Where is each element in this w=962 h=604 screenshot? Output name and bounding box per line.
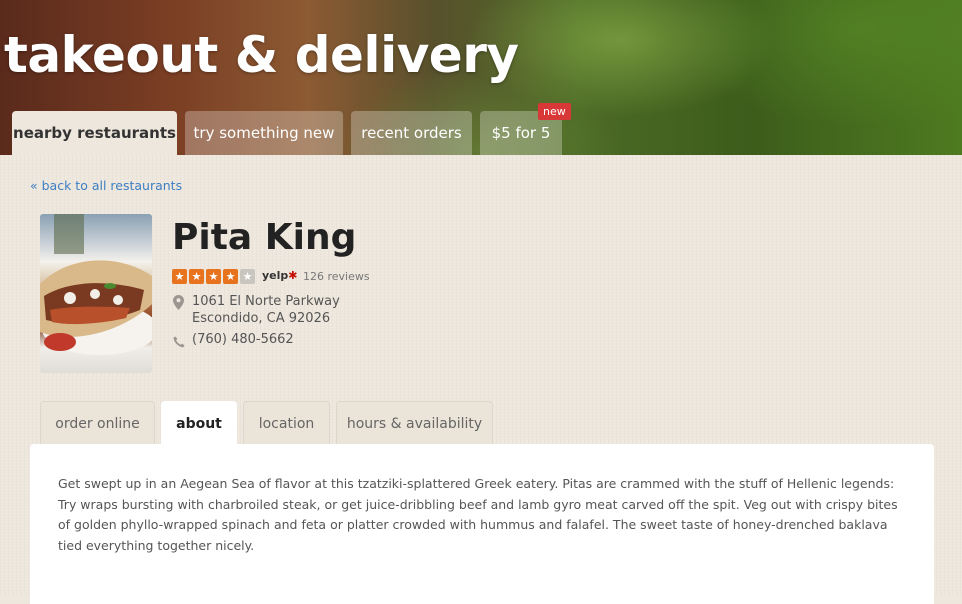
yelp-logo-text: yelp: [262, 269, 289, 282]
restaurant-content: « back to all restaurants Pita King ★ ★ …: [0, 155, 962, 604]
yelp-burst-icon: ✱: [288, 269, 298, 282]
star-icon: ★: [206, 269, 221, 284]
tab-try-something-new[interactable]: try something new: [185, 111, 343, 155]
tab-location[interactable]: location: [243, 401, 330, 445]
about-panel: Get swept up in an Aegean Sea of flavor …: [30, 444, 934, 604]
restaurant-name: Pita King: [172, 217, 357, 258]
tab-about[interactable]: about: [161, 401, 237, 447]
phone-number[interactable]: (760) 480-5662: [192, 332, 294, 347]
star-icon: ★: [172, 269, 187, 284]
page-title: takeout & delivery: [4, 26, 519, 84]
star-empty-icon: ★: [240, 269, 255, 284]
star-icon: ★: [189, 269, 204, 284]
hero-banner: takeout & delivery nearby restaurants tr…: [0, 0, 962, 160]
phone-icon: [173, 333, 185, 352]
star-icon: ★: [223, 269, 238, 284]
back-to-restaurants-link[interactable]: « back to all restaurants: [30, 178, 182, 193]
yelp-logo-icon: yelp✱: [262, 269, 298, 282]
gyro-photo: [40, 214, 152, 373]
new-badge: new: [538, 103, 571, 120]
map-pin-icon: [173, 295, 184, 314]
address-line-1: 1061 El Norte Parkway: [192, 294, 340, 309]
address-line-2: Escondido, CA 92026: [192, 311, 331, 326]
tab-order-online[interactable]: order online: [40, 401, 155, 445]
tab-nearby-restaurants[interactable]: nearby restaurants: [12, 111, 177, 157]
review-count[interactable]: 126 reviews: [303, 270, 370, 283]
about-description: Get swept up in an Aegean Sea of flavor …: [58, 476, 898, 553]
tab-hours-availability[interactable]: hours & availability: [336, 401, 493, 445]
tab-recent-orders[interactable]: recent orders: [351, 111, 472, 155]
